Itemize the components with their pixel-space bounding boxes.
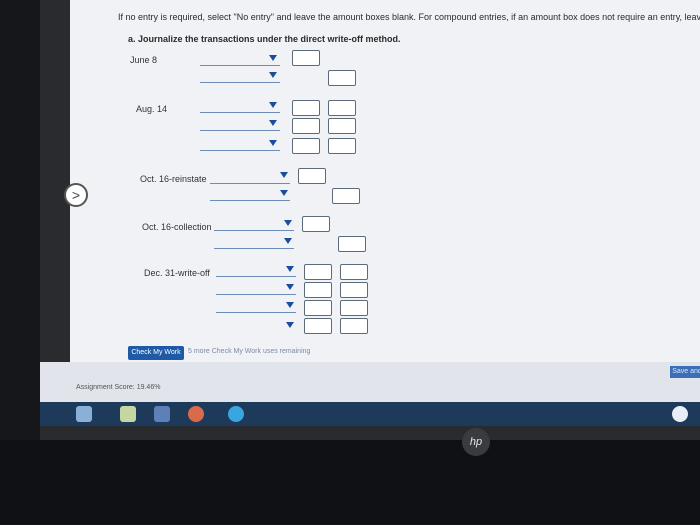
- part-a-heading: a. Journalize the transactions under the…: [128, 34, 401, 44]
- account-dropdown[interactable]: [216, 276, 296, 277]
- debit-amount-input[interactable]: [292, 100, 320, 116]
- help-icon[interactable]: [672, 406, 688, 422]
- debit-amount-input[interactable]: [304, 318, 332, 334]
- dropdown-arrow-icon[interactable]: [269, 140, 277, 146]
- dropdown-arrow-icon[interactable]: [286, 302, 294, 308]
- assignment-page: If no entry is required, select "No entr…: [70, 0, 700, 362]
- chrome-icon[interactable]: [188, 406, 204, 422]
- dropdown-arrow-icon[interactable]: [269, 120, 277, 126]
- account-dropdown[interactable]: [214, 248, 294, 249]
- edge-icon[interactable]: [228, 406, 244, 422]
- dropdown-arrow-icon[interactable]: [286, 284, 294, 290]
- laptop-bezel-bottom: [0, 440, 700, 525]
- account-dropdown[interactable]: [216, 312, 296, 313]
- debit-amount-input[interactable]: [292, 138, 320, 154]
- dropdown-arrow-icon[interactable]: [286, 266, 294, 272]
- dropdown-arrow-icon[interactable]: [280, 190, 288, 196]
- debit-amount-input[interactable]: [304, 282, 332, 298]
- entry-date-dec-31-write-off: Dec. 31-write-off: [144, 268, 210, 278]
- entry-date-june-8: June 8: [130, 55, 158, 65]
- dropdown-arrow-icon[interactable]: [269, 72, 277, 78]
- dropdown-arrow-icon[interactable]: [286, 322, 294, 328]
- footer-bar: Assignment Score: 19.46% Save and: [40, 362, 700, 402]
- account-dropdown[interactable]: [216, 294, 296, 295]
- credit-amount-input[interactable]: [328, 118, 356, 134]
- dropdown-arrow-icon[interactable]: [269, 102, 277, 108]
- laptop-screen: If no entry is required, select "No entr…: [40, 0, 700, 440]
- taskbar-app-icon[interactable]: [76, 406, 92, 422]
- credit-amount-input[interactable]: [340, 282, 368, 298]
- check-remaining-text: 5 more Check My Work uses remaining: [188, 348, 311, 355]
- debit-amount-input[interactable]: [298, 168, 326, 184]
- account-dropdown[interactable]: [200, 82, 280, 83]
- credit-amount-input[interactable]: [328, 138, 356, 154]
- account-dropdown[interactable]: [200, 150, 280, 151]
- file-explorer-icon[interactable]: [120, 406, 136, 422]
- debit-amount-input[interactable]: [304, 300, 332, 316]
- assignment-score: Assignment Score: 19.46%: [76, 384, 161, 391]
- hp-logo-icon: hp: [462, 428, 490, 456]
- instructions-text: If no entry is required, select "No entr…: [118, 12, 700, 22]
- dropdown-arrow-icon[interactable]: [284, 220, 292, 226]
- check-my-work-button[interactable]: Check My Work: [128, 346, 184, 360]
- media-player-icon[interactable]: [154, 406, 170, 422]
- account-dropdown[interactable]: [200, 130, 280, 131]
- taskbar: [40, 402, 700, 426]
- account-dropdown[interactable]: [210, 200, 290, 201]
- credit-amount-input[interactable]: [340, 300, 368, 316]
- credit-amount-input[interactable]: [332, 188, 360, 204]
- dropdown-arrow-icon[interactable]: [280, 172, 288, 178]
- debit-amount-input[interactable]: [304, 264, 332, 280]
- debit-amount-input[interactable]: [302, 216, 330, 232]
- credit-amount-input[interactable]: [328, 100, 356, 116]
- account-dropdown[interactable]: [200, 112, 280, 113]
- credit-amount-input[interactable]: [328, 70, 356, 86]
- entry-date-oct-16-reinstate: Oct. 16-reinstate: [140, 174, 207, 184]
- chevron-right-icon[interactable]: >: [64, 183, 88, 207]
- credit-amount-input[interactable]: [338, 236, 366, 252]
- account-dropdown[interactable]: [210, 183, 290, 184]
- dropdown-arrow-icon[interactable]: [269, 55, 277, 61]
- laptop-bezel-left: [0, 0, 40, 440]
- account-dropdown[interactable]: [200, 65, 280, 66]
- account-dropdown[interactable]: [214, 230, 294, 231]
- dropdown-arrow-icon[interactable]: [284, 238, 292, 244]
- credit-amount-input[interactable]: [340, 264, 368, 280]
- credit-amount-input[interactable]: [340, 318, 368, 334]
- save-button[interactable]: Save and: [670, 366, 700, 378]
- debit-amount-input[interactable]: [292, 50, 320, 66]
- debit-amount-input[interactable]: [292, 118, 320, 134]
- entry-date-oct-16-collection: Oct. 16-collection: [142, 222, 212, 232]
- entry-date-aug-14: Aug. 14: [136, 104, 168, 114]
